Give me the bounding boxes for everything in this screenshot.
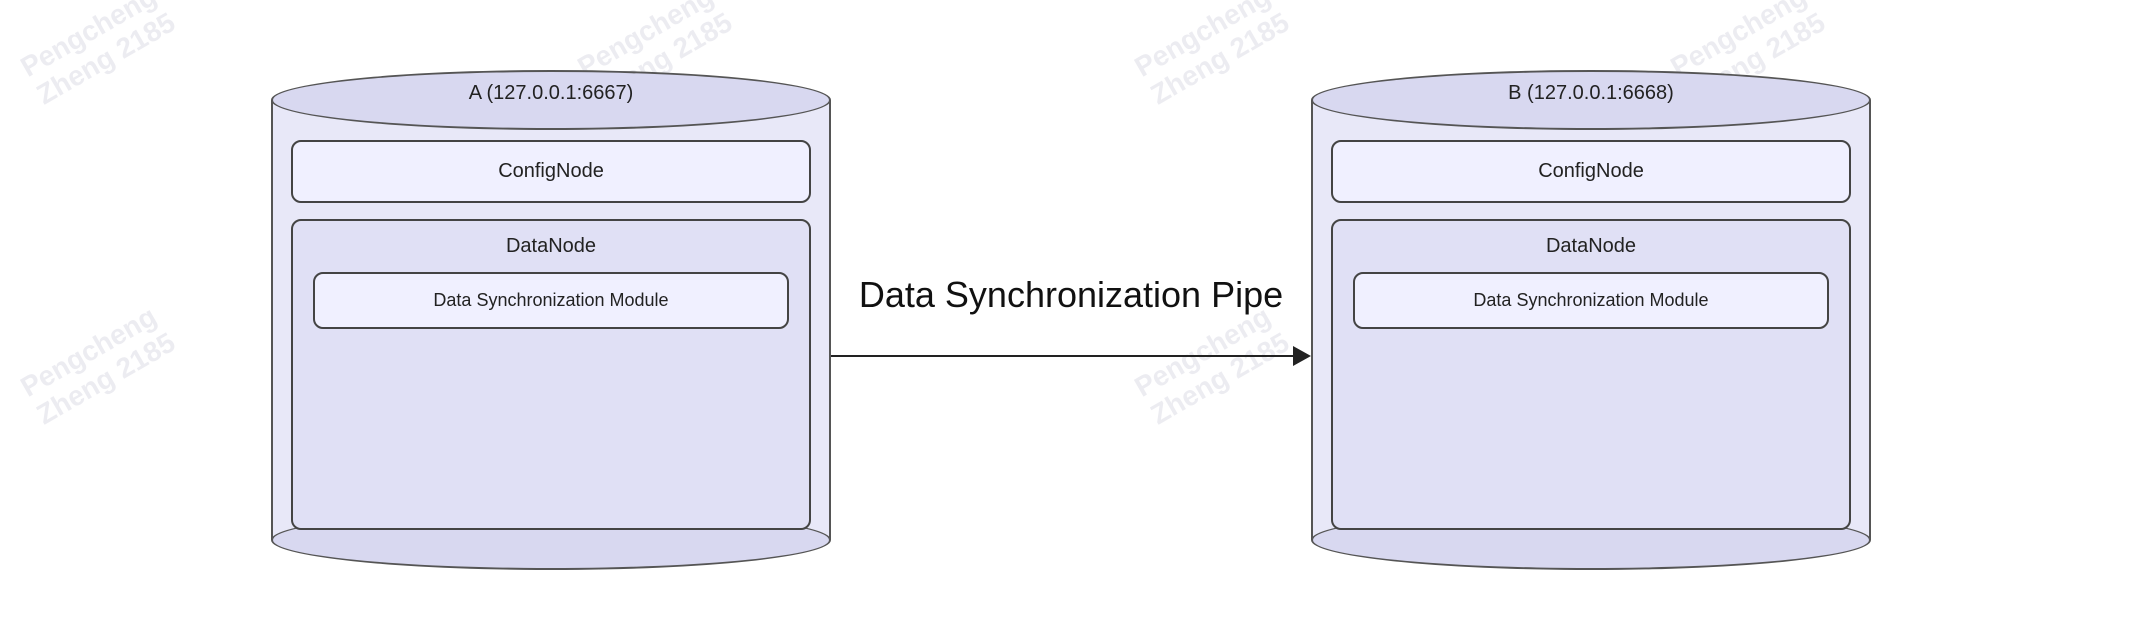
arrow-container — [831, 346, 1311, 366]
right-cylinder-content: ConfigNode DataNode Data Synchronization… — [1331, 140, 1851, 530]
left-cylinder-content: ConfigNode DataNode Data Synchronization… — [291, 140, 811, 530]
left-sync-module: Data Synchronization Module — [313, 272, 789, 329]
middle-section: Data Synchronization Pipe — [831, 274, 1311, 366]
pipe-label: Data Synchronization Pipe — [859, 274, 1283, 316]
diagram-container: A (127.0.0.1:6667) ConfigNode DataNode D… — [0, 0, 2142, 640]
left-cylinder-label: A (127.0.0.1:6667) — [271, 82, 831, 105]
right-data-node-box: DataNode Data Synchronization Module — [1331, 219, 1851, 530]
right-sync-module: Data Synchronization Module — [1353, 272, 1829, 329]
left-cylinder: A (127.0.0.1:6667) ConfigNode DataNode D… — [271, 70, 831, 570]
arrow-line — [831, 355, 1293, 358]
right-cylinder-label: B (127.0.0.1:6668) — [1311, 82, 1871, 105]
left-data-node-box: DataNode Data Synchronization Module — [291, 219, 811, 530]
left-config-node: ConfigNode — [291, 140, 811, 203]
right-config-node: ConfigNode — [1331, 140, 1851, 203]
arrow-head — [1293, 346, 1311, 366]
left-data-node-label: DataNode — [313, 235, 789, 258]
right-data-node-label: DataNode — [1353, 235, 1829, 258]
right-cylinder: B (127.0.0.1:6668) ConfigNode DataNode D… — [1311, 70, 1871, 570]
